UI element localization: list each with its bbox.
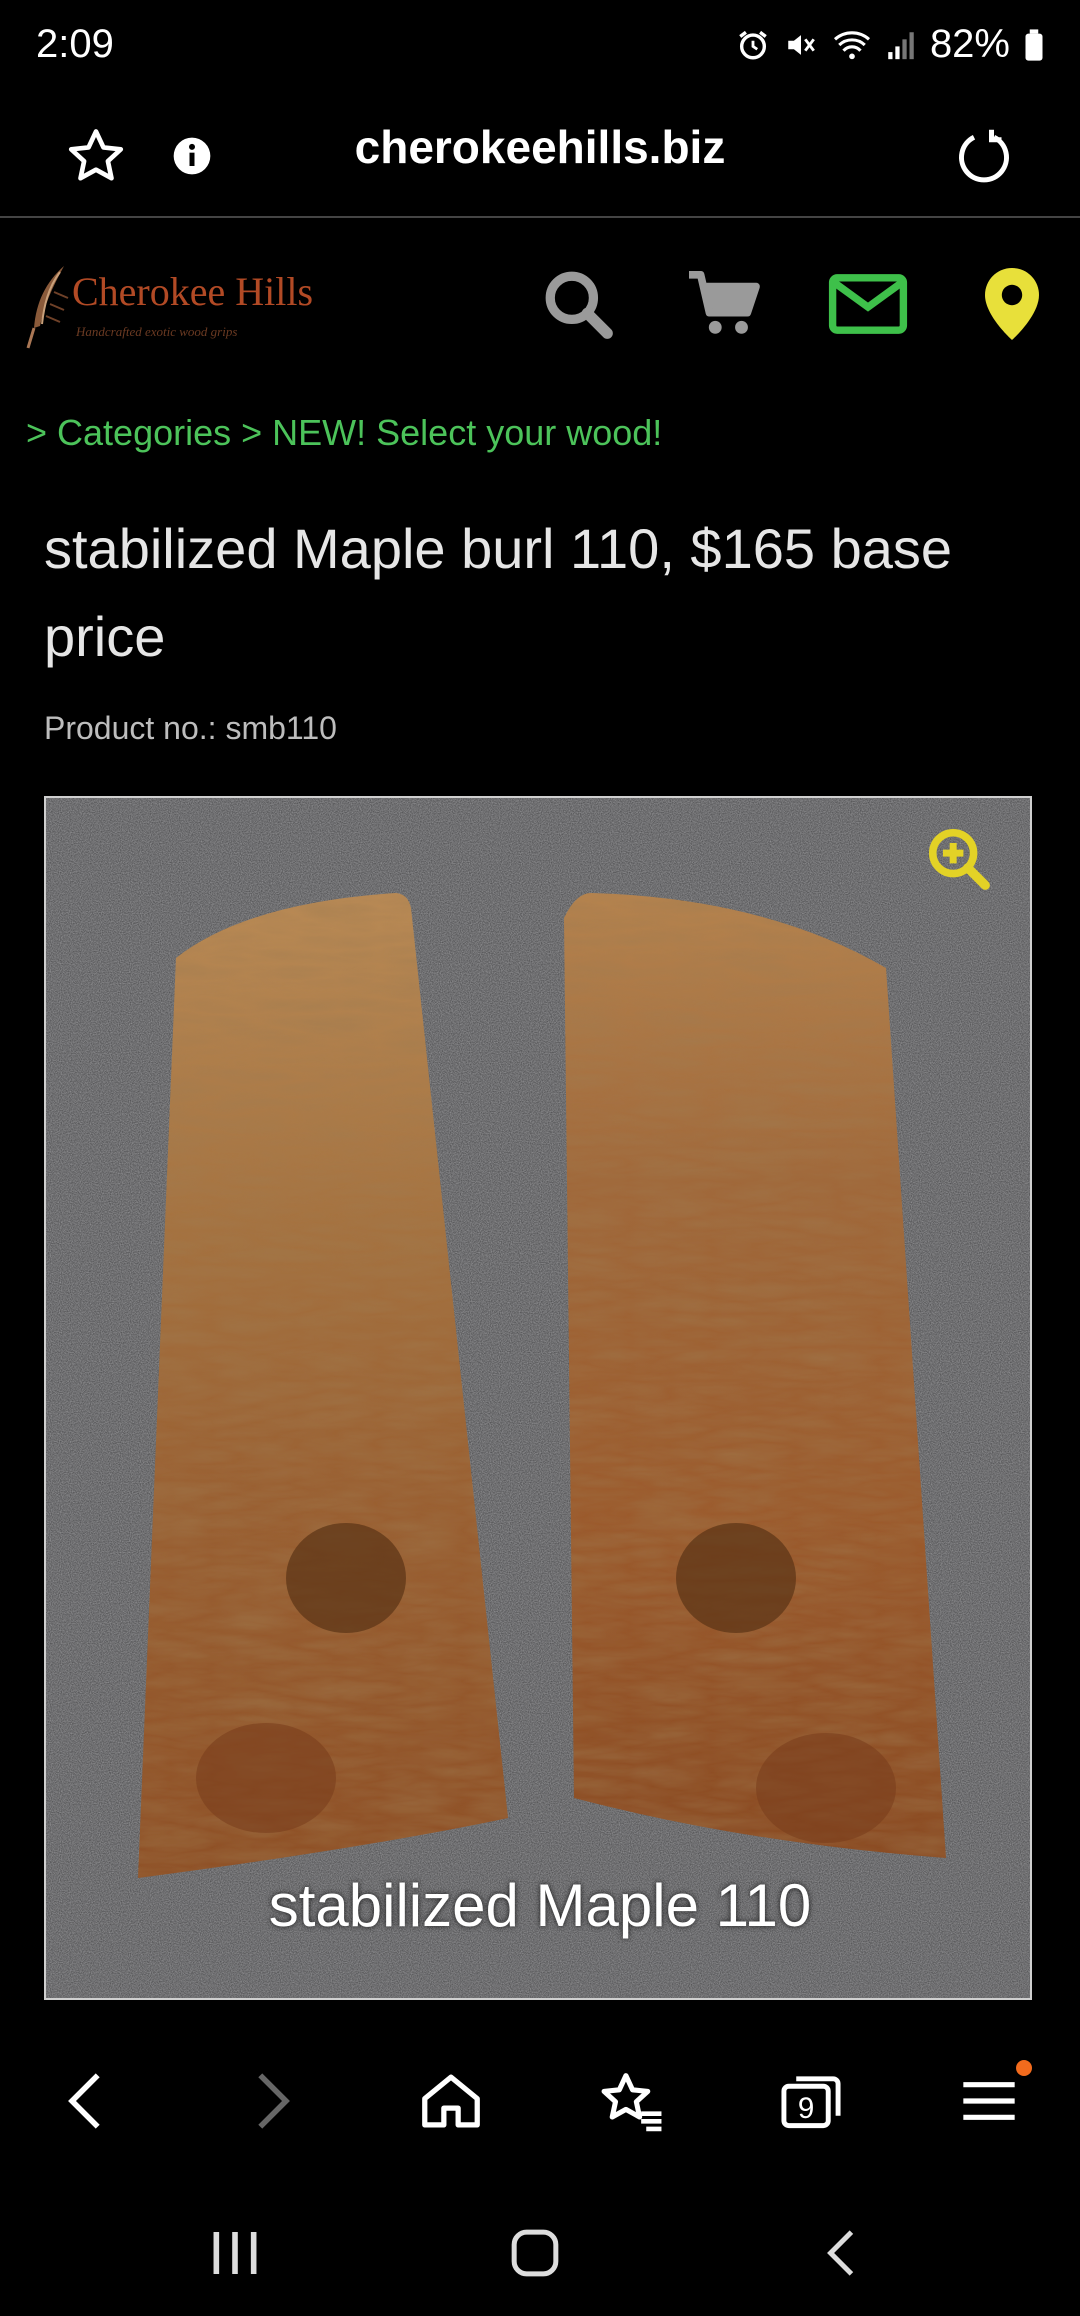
zoom-in-icon[interactable] (924, 824, 994, 894)
menu-icon[interactable] (944, 2056, 1034, 2146)
menu-notification-badge (1016, 2060, 1032, 2076)
site-logo[interactable]: Cherokee Hills Handcrafted exotic wood g… (24, 248, 313, 358)
system-nav-bar (0, 2180, 1080, 2316)
cart-icon[interactable] (676, 256, 772, 352)
bookmarks-icon[interactable] (586, 2056, 676, 2146)
battery-percent: 82% (929, 22, 1010, 66)
product-title: stabilized Maple burl 110, $165 base pri… (44, 517, 953, 668)
tab-count: 9 (798, 2092, 814, 2125)
wood-grips-photo (46, 798, 1030, 1998)
browser-toolbar: cherokeehills.biz (0, 96, 1080, 218)
alarm-icon (736, 28, 770, 62)
breadcrumb: > Categories > NEW! Select your wood! (26, 412, 662, 454)
mail-icon[interactable] (820, 256, 916, 352)
recent-apps-icon[interactable] (180, 2208, 290, 2298)
breadcrumb-categories[interactable]: Categories (57, 412, 231, 454)
product-image[interactable]: stabilized Maple 110 (44, 796, 1032, 2000)
home-button-icon[interactable] (480, 2208, 590, 2298)
forward-icon[interactable] (226, 2056, 316, 2146)
browser-bottom-nav: 9 (0, 2020, 1080, 2180)
mute-icon (784, 28, 818, 62)
search-icon[interactable] (530, 256, 626, 352)
signal-icon (886, 28, 916, 62)
status-time: 2:09 (36, 22, 114, 66)
tabs-icon[interactable]: 9 (766, 2056, 856, 2146)
logo-subtitle: Handcrafted exotic wood grips (76, 324, 238, 339)
product-number: Product no.: smb110 (44, 710, 337, 746)
feather-logo-icon (26, 266, 69, 349)
status-icons: 82% (736, 22, 1044, 67)
logo-title: Cherokee Hills (72, 269, 314, 314)
breadcrumb-separator: > (241, 412, 263, 453)
status-bar: 2:09 82% (0, 0, 1080, 96)
back-icon[interactable] (42, 2056, 132, 2146)
breadcrumb-separator: > (26, 412, 48, 453)
address-bar-url[interactable]: cherokeehills.biz (0, 120, 1080, 174)
image-caption: stabilized Maple 110 (268, 1872, 812, 1939)
wifi-icon (832, 28, 872, 62)
location-pin-icon[interactable] (964, 256, 1060, 352)
system-back-icon[interactable] (786, 2208, 896, 2298)
site-header: Cherokee Hills Handcrafted exotic wood g… (0, 218, 1080, 388)
reload-icon[interactable] (946, 118, 1022, 194)
battery-icon (1024, 28, 1044, 62)
home-icon[interactable] (406, 2056, 496, 2146)
breadcrumb-select-wood[interactable]: NEW! Select your wood! (272, 412, 662, 454)
